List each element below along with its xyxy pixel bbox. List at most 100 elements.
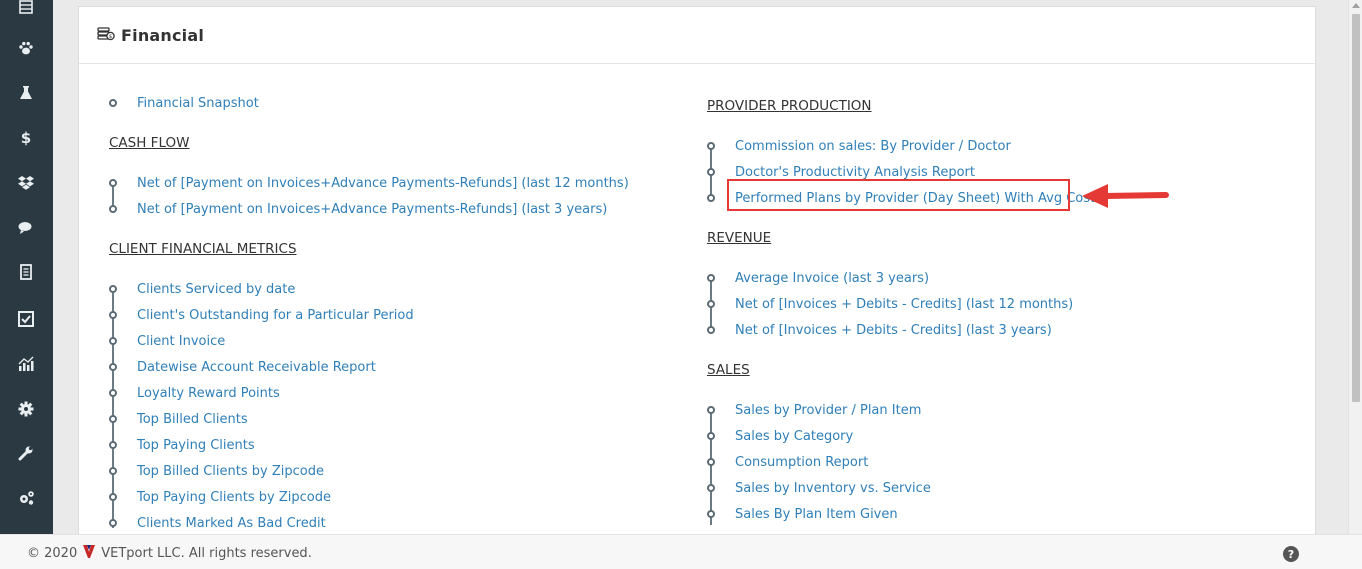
panel-title: Financial [121, 25, 205, 45]
list-item: Average Invoice (last 3 years) [707, 265, 929, 291]
table-icon[interactable] [16, 0, 36, 17]
checkbox-icon[interactable] [16, 309, 36, 329]
link-cash-flow-3-years[interactable]: Net of [Payment on Invoices+Advance Paym… [137, 202, 607, 217]
link-net-invoices-12-months[interactable]: Net of [Invoices + Debits - Credits] (la… [735, 297, 1073, 312]
link-account-receivable[interactable]: Datewise Account Receivable Report [137, 360, 376, 375]
bullet-dot [707, 484, 715, 492]
list-item: Client's Outstanding for a Particular Pe… [109, 302, 414, 328]
list-item: Net of [Invoices + Debits - Credits] (la… [707, 317, 1052, 343]
list-item: Commission on sales: By Provider / Docto… [707, 133, 1011, 159]
bullet-dot [109, 519, 117, 527]
list-item: Performed Plans by Provider (Day Sheet) … [707, 185, 1095, 211]
bullet-dot [109, 99, 117, 107]
section-title-provider-production: PROVIDER PRODUCTION [707, 98, 872, 114]
link-client-invoice[interactable]: Client Invoice [137, 334, 225, 349]
list-item: Datewise Account Receivable Report [109, 354, 376, 380]
list-item: Sales by Provider / Plan Item [707, 397, 921, 423]
link-top-billed[interactable]: Top Billed Clients [137, 412, 248, 427]
book-icon[interactable] [16, 262, 36, 282]
bullet-dot [707, 300, 715, 308]
bullet-dot [109, 311, 117, 319]
bullet-dot [707, 406, 715, 414]
bullet-dot [707, 510, 715, 518]
list-item: Client Invoice [109, 328, 225, 354]
svg-text:$: $ [109, 34, 113, 40]
list-item: Sales by Inventory vs. Service [707, 475, 931, 501]
bullet-dot [109, 363, 117, 371]
link-commission-on-sales[interactable]: Commission on sales: By Provider / Docto… [735, 139, 1011, 154]
bullet-dot [707, 168, 715, 176]
chart-icon[interactable] [16, 354, 36, 374]
link-cash-flow-12-months[interactable]: Net of [Payment on Invoices+Advance Paym… [137, 176, 629, 191]
paw-icon[interactable] [16, 38, 36, 58]
link-top-paying[interactable]: Top Paying Clients [137, 438, 255, 453]
gear-icon[interactable] [16, 399, 36, 419]
list-item: Net of [Invoices + Debits - Credits] (la… [707, 291, 1073, 317]
money-icon: $ [97, 25, 115, 45]
link-top-paying-zipcode[interactable]: Top Paying Clients by Zipcode [137, 490, 331, 505]
scroll-up-icon[interactable] [1352, 3, 1360, 8]
gears-icon[interactable] [16, 488, 36, 508]
link-doctor-productivity[interactable]: Doctor's Productivity Analysis Report [735, 165, 975, 180]
dropbox-icon[interactable] [16, 173, 36, 193]
bullet-dot [109, 337, 117, 345]
section-title-cash-flow: CASH FLOW [109, 135, 190, 151]
dollar-icon[interactable]: $ [16, 128, 36, 148]
bullet-dot [109, 389, 117, 397]
bullet-dot [707, 274, 715, 282]
copyright-year: © 2020 [27, 546, 78, 561]
bullet-dot [707, 326, 715, 334]
flask-icon[interactable] [16, 83, 36, 103]
list-item: Sales by Category [707, 423, 853, 449]
bullet-dot [109, 441, 117, 449]
list-item: Net of [Payment on Invoices+Advance Paym… [109, 170, 629, 196]
company-name: VETport LLC. All rights reserved. [101, 546, 312, 561]
wrench-icon[interactable] [16, 443, 36, 463]
financial-panel: $ Financial Financial Snapshot CASH FLOW… [78, 6, 1316, 546]
help-icon[interactable]: ? [1283, 546, 1299, 562]
link-consumption-report[interactable]: Consumption Report [735, 455, 868, 470]
footer: © 2020 VETport LLC. All rights reserved.… [0, 534, 1362, 569]
bullet-dot [707, 432, 715, 440]
bullet-dot [109, 493, 117, 501]
list-item: Doctor's Productivity Analysis Report [707, 159, 975, 185]
link-net-invoices-3-years[interactable]: Net of [Invoices + Debits - Credits] (la… [735, 323, 1052, 338]
list-item: Clients Marked As Bad Credit [109, 510, 326, 536]
list-item: Loyalty Reward Points [109, 380, 280, 406]
link-performed-plans-by-provider[interactable]: Performed Plans by Provider (Day Sheet) … [735, 191, 1095, 206]
link-clients-serviced[interactable]: Clients Serviced by date [137, 282, 295, 297]
link-average-invoice[interactable]: Average Invoice (last 3 years) [735, 271, 929, 286]
section-title-client-metrics: CLIENT FINANCIAL METRICS [109, 241, 297, 257]
link-sales-by-plan-item[interactable]: Sales By Plan Item Given [735, 507, 898, 522]
footer-copyright: © 2020 VETport LLC. All rights reserved. [27, 545, 312, 562]
vetport-logo-icon [83, 545, 96, 562]
bullet-dot [109, 285, 117, 293]
vertical-scrollbar[interactable] [1348, 0, 1362, 534]
link-sales-by-provider[interactable]: Sales by Provider / Plan Item [735, 403, 921, 418]
list-item: Financial Snapshot [109, 90, 259, 116]
bullet-dot [109, 467, 117, 475]
bullet-dot [707, 458, 715, 466]
link-loyalty-points[interactable]: Loyalty Reward Points [137, 386, 280, 401]
scroll-thumb[interactable] [1352, 14, 1360, 402]
link-bad-credit[interactable]: Clients Marked As Bad Credit [137, 516, 326, 531]
panel-header: $ Financial [79, 7, 1315, 64]
bullet-dot [109, 415, 117, 423]
link-top-billed-zipcode[interactable]: Top Billed Clients by Zipcode [137, 464, 324, 479]
link-client-outstanding[interactable]: Client's Outstanding for a Particular Pe… [137, 308, 414, 323]
sidebar: $ [0, 0, 53, 534]
list-item: Top Billed Clients [109, 406, 248, 432]
chat-icon[interactable] [16, 218, 36, 238]
section-title-revenue: REVENUE [707, 230, 772, 246]
section-title-sales: SALES [707, 362, 750, 378]
bullet-dot [707, 194, 715, 202]
link-sales-by-category[interactable]: Sales by Category [735, 429, 853, 444]
list-item: Net of [Payment on Invoices+Advance Paym… [109, 196, 607, 222]
list-item: Consumption Report [707, 449, 868, 475]
bullet-dot [109, 179, 117, 187]
link-financial-snapshot[interactable]: Financial Snapshot [137, 96, 259, 111]
bullet-dot [109, 205, 117, 213]
list-item: Top Billed Clients by Zipcode [109, 458, 324, 484]
list-item: Sales By Plan Item Given [707, 501, 898, 527]
link-sales-inventory-vs-service[interactable]: Sales by Inventory vs. Service [735, 481, 931, 496]
